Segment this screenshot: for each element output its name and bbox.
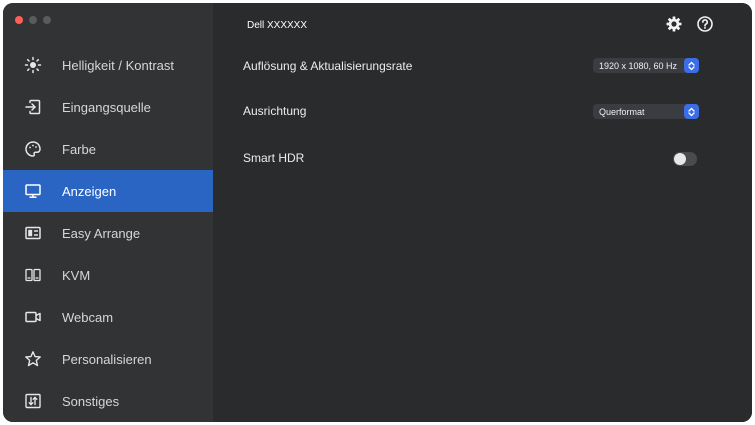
window-title: Dell XXXXXX [247, 20, 308, 31]
sidebar-item-label: KVM [62, 267, 91, 283]
sidebar-item-label: Personalisieren [62, 351, 152, 367]
chevron-up-down-icon [684, 104, 699, 119]
main-panel: Dell XXXXXX Auflösung & Aktualisierungsr… [213, 3, 752, 422]
sun-icon [24, 56, 42, 74]
kvm-icon [24, 266, 42, 284]
sort-icon [24, 392, 42, 410]
resolution-label: Auflösung & Aktualisierungsrate [243, 59, 413, 73]
orientation-label: Ausrichtung [243, 104, 307, 118]
sidebar-item-input-source[interactable]: Eingangsquelle [3, 86, 213, 128]
sidebar-item-display[interactable]: Anzeigen [3, 170, 213, 212]
input-source-icon [24, 98, 42, 116]
gear-icon [666, 16, 682, 32]
help-button[interactable] [696, 15, 714, 33]
window-controls [15, 16, 51, 24]
palette-icon [24, 140, 42, 158]
orientation-select[interactable]: Querformat [593, 104, 699, 119]
sidebar-item-label: Sonstiges [62, 393, 120, 409]
app-window: Helligkeit / Kontrast Eingangsquelle Far… [3, 3, 752, 422]
sidebar-item-label: Easy Arrange [62, 225, 141, 241]
sidebar-item-easy-arrange[interactable]: Easy Arrange [3, 212, 213, 254]
sidebar-item-label: Helligkeit / Kontrast [62, 57, 174, 73]
smart-hdr-toggle[interactable] [673, 152, 697, 166]
sidebar: Helligkeit / Kontrast Eingangsquelle Far… [3, 3, 213, 422]
sidebar-nav: Helligkeit / Kontrast Eingangsquelle Far… [3, 44, 213, 422]
sidebar-item-kvm[interactable]: KVM [3, 254, 213, 296]
help-icon [697, 16, 713, 32]
sidebar-item-brightness-contrast[interactable]: Helligkeit / Kontrast [3, 44, 213, 86]
minimize-window-button[interactable] [29, 16, 37, 24]
webcam-icon [24, 308, 42, 326]
sidebar-item-webcam[interactable]: Webcam [3, 296, 213, 338]
settings-button[interactable] [665, 15, 683, 33]
sidebar-item-color[interactable]: Farbe [3, 128, 213, 170]
resolution-value: 1920 x 1080, 60 Hz [599, 60, 678, 71]
resolution-select[interactable]: 1920 x 1080, 60 Hz [593, 58, 699, 73]
zoom-window-button[interactable] [43, 16, 51, 24]
orientation-value: Querformat [599, 106, 645, 117]
chevron-up-down-icon [684, 58, 699, 73]
monitor-icon [24, 182, 42, 200]
toggle-knob [674, 153, 686, 165]
layout-icon [24, 224, 42, 242]
sidebar-item-label: Farbe [62, 141, 96, 157]
close-window-button[interactable] [15, 16, 23, 24]
sidebar-item-label: Eingangsquelle [62, 99, 151, 115]
sidebar-item-personalize[interactable]: Personalisieren [3, 338, 213, 380]
sidebar-item-label: Anzeigen [62, 183, 117, 199]
star-icon [24, 350, 42, 368]
smart-hdr-label: Smart HDR [243, 151, 305, 165]
sidebar-item-label: Webcam [62, 309, 114, 325]
sidebar-item-others[interactable]: Sonstiges [3, 380, 213, 422]
